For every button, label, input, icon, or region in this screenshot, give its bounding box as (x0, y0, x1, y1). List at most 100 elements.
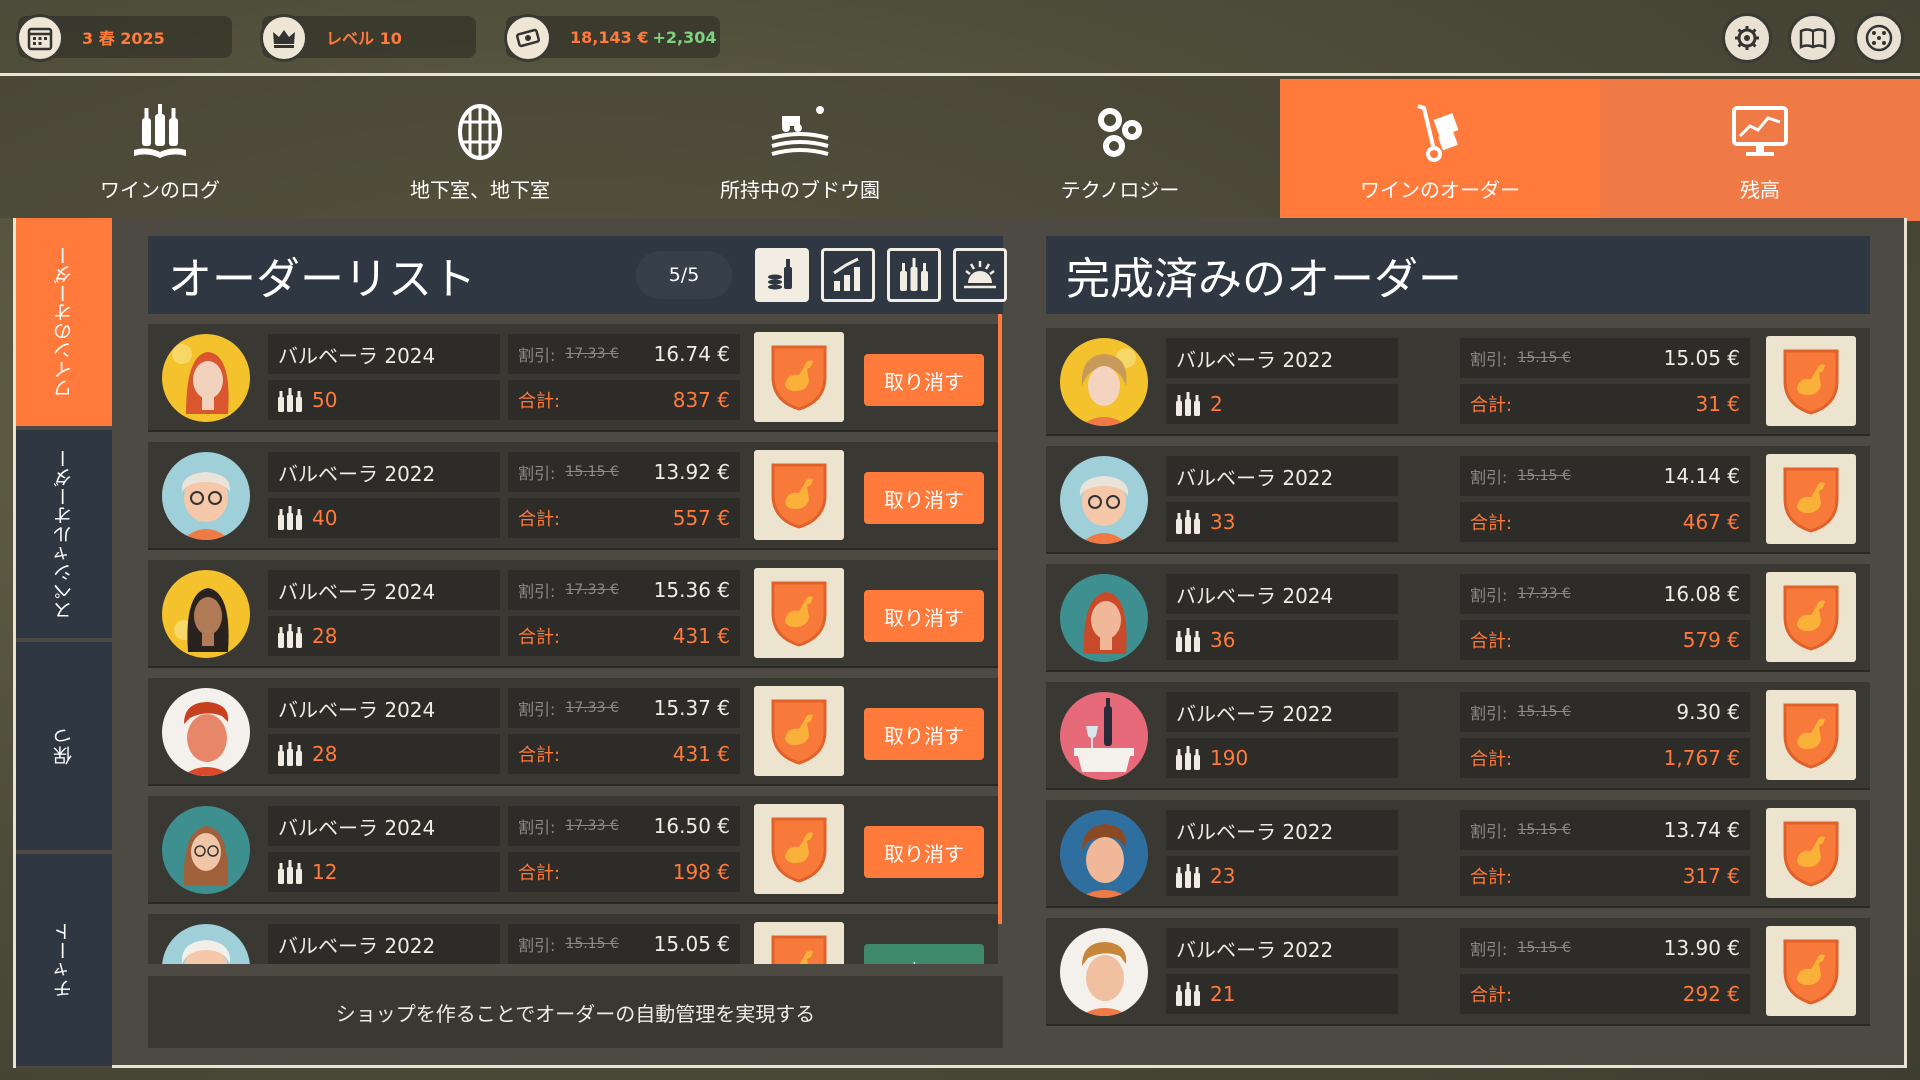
price-box: 割引: 17.33 € 16.08 € (1460, 574, 1750, 614)
cancel-order-button[interactable]: 取り消す (864, 708, 984, 760)
side-tab-keep[interactable]: 保つ (16, 642, 112, 852)
cancel-order-button[interactable]: 取り消す (864, 590, 984, 642)
barrel-icon (458, 104, 502, 160)
discount-label: 割引: (1470, 468, 1508, 487)
money-text: 18,143 € (570, 27, 649, 47)
side-tab-label: スペシャルオーダー (53, 448, 75, 620)
cancel-order-button[interactable]: 取り消す (864, 354, 984, 406)
tab-label: ワインのオーダー (1360, 178, 1520, 202)
price-box: 割引: 15.15 € 14.14 € (1460, 456, 1750, 496)
goose-crest-icon (754, 686, 844, 776)
tab-technology[interactable]: テクノロジー (960, 79, 1280, 221)
unit-price: 15.05 € (653, 932, 730, 956)
quantity-text: 21 (1210, 982, 1236, 1006)
side-tab-label: ワインのオーダー (53, 246, 75, 398)
wine-name: バルベーラ 2024 (268, 688, 500, 728)
quantity-text: 12 (312, 860, 338, 884)
quantity-box: 50 (268, 380, 500, 420)
gears-icon (1098, 108, 1142, 157)
tab-balance[interactable]: 残高 (1600, 79, 1920, 221)
bottles-icon (1176, 982, 1200, 1006)
quantity-box: 23 (1166, 856, 1398, 896)
side-tab-chart[interactable]: チャート (16, 854, 112, 1068)
side-tabs: ワインのオーダー スペシャルオーダー 保つ チャート (16, 218, 112, 1068)
tab-cellar[interactable]: 地下室、地下室 (320, 79, 640, 221)
discount-label: 割引: (518, 700, 556, 719)
bar-chart-up-icon (833, 257, 860, 291)
price-box: 割引: 17.33 € 15.37 € (508, 688, 740, 728)
total-amount: 837 € (672, 388, 730, 412)
cancel-order-button[interactable]: 取り消す (864, 826, 984, 878)
wine-name: バルベーラ 2024 (268, 806, 500, 846)
goose-crest-icon (1766, 572, 1856, 662)
order-list-title: オーダーリスト (168, 254, 476, 305)
old-price: 15.15 € (565, 936, 619, 952)
dice-menu-icon[interactable] (1854, 13, 1904, 63)
unit-price: 15.37 € (653, 696, 730, 720)
customer-avatar (1060, 456, 1148, 544)
book-icon[interactable] (1788, 13, 1838, 63)
discount-label: 割引: (518, 818, 556, 837)
customer-avatar (1060, 338, 1148, 426)
sort-by-quantity-button[interactable] (887, 248, 941, 302)
sell-order-button[interactable]: 売□ (864, 944, 984, 964)
tab-wine-orders[interactable]: ワインのオーダー (1280, 79, 1600, 221)
sort-by-region-button[interactable] (953, 248, 1007, 302)
total-amount: 431 € (672, 624, 730, 648)
total-amount: 198 € (672, 860, 730, 884)
quantity-box: 36 (1166, 620, 1398, 660)
quantity-box: 40 (268, 498, 500, 538)
customer-avatar (1060, 692, 1148, 780)
order-list-scrollbar[interactable] (998, 314, 1002, 924)
customer-avatar (1060, 574, 1148, 662)
goose-crest-icon (1766, 926, 1856, 1016)
wine-name: バルベーラ 2024 (268, 334, 500, 374)
cash-icon[interactable] (504, 14, 552, 62)
total-amount: 579 € (1682, 628, 1740, 652)
wine-name: バルベーラ 2022 (1166, 692, 1398, 732)
total-label: 合計: (518, 391, 561, 412)
unit-price: 14.14 € (1663, 464, 1740, 488)
total-box: 合計: 557 € (508, 498, 740, 538)
cancel-order-button[interactable]: 取り消す (864, 472, 984, 524)
settings-gear-icon[interactable] (1722, 13, 1772, 63)
wine-name: バルベーラ 2022 (1166, 810, 1398, 850)
total-amount: 431 € (672, 742, 730, 766)
side-tab-wine-orders[interactable]: ワインのオーダー (16, 218, 112, 428)
side-tab-special-orders[interactable]: スペシャルオーダー (16, 430, 112, 640)
quantity-box: 28 (268, 616, 500, 656)
wine-name: バルベーラ 2024 (1166, 574, 1398, 614)
discount-label: 割引: (518, 582, 556, 601)
tab-vineyards[interactable]: 所持中のブドウ園 (640, 79, 960, 221)
tab-label: テクノロジー (1060, 178, 1180, 202)
quantity-box: 21 (1166, 974, 1398, 1014)
monitor-chart-icon (1732, 106, 1788, 156)
shop-hint-text: ショップを作ることでオーダーの自動管理を実現する (335, 1001, 816, 1026)
shop-hint-banner: ショップを作ることでオーダーの自動管理を実現する (148, 976, 1003, 1048)
total-amount: 557 € (672, 506, 730, 530)
discount-label: 割引: (1470, 940, 1508, 959)
quantity-box: 28 (268, 734, 500, 774)
tab-wine-log[interactable]: ワインのログ (0, 79, 320, 221)
three-bottles-icon (900, 258, 928, 291)
customer-avatar (162, 806, 250, 894)
old-price: 15.15 € (1517, 940, 1571, 956)
total-box: 合計: 292 € (1460, 974, 1750, 1014)
date-text: 3 春 2025 (82, 29, 165, 48)
bottles-icon (278, 624, 302, 648)
sort-by-price-button[interactable] (755, 248, 809, 302)
crown-icon[interactable] (260, 14, 308, 62)
total-box: 合計: 31 € (1460, 384, 1750, 424)
calendar-icon[interactable] (16, 14, 64, 62)
total-label: 合計: (518, 627, 561, 648)
total-box: 合計: 198 € (508, 852, 740, 892)
bottles-icon (278, 860, 302, 884)
sort-by-volume-button[interactable] (821, 248, 875, 302)
old-price: 17.33 € (565, 818, 619, 834)
order-count-text: 5/5 (668, 264, 700, 286)
goose-crest-icon (754, 922, 844, 964)
completed-order-row: バルベーラ 2022 21 割引: 15.15 € 13.90 € 合計: 292 € (1046, 918, 1870, 1026)
price-box: 割引: 15.15 € 15.05 € (508, 924, 740, 964)
unit-price: 15.05 € (1663, 346, 1740, 370)
unit-price: 16.50 € (653, 814, 730, 838)
